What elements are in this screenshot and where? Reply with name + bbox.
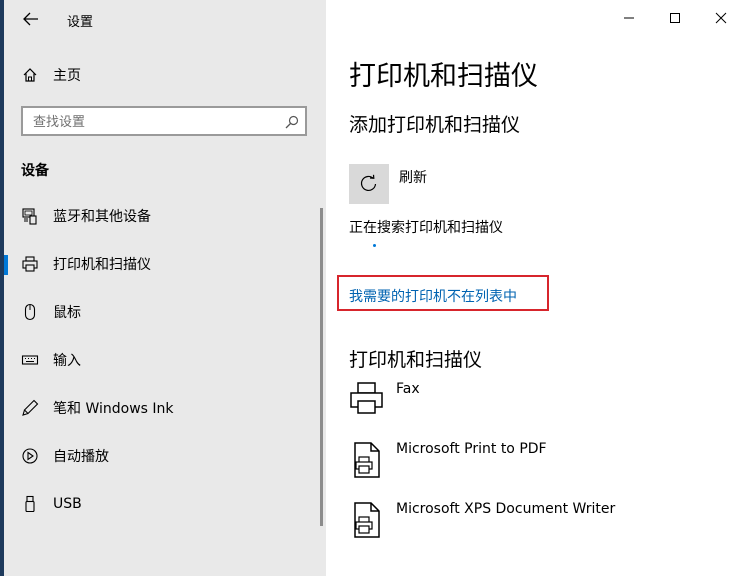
sidebar-item-autoplay[interactable]: 自动播放	[4, 432, 320, 480]
printer-not-listed-link[interactable]: 我需要的打印机不在列表中	[349, 286, 517, 306]
refresh-button[interactable]	[349, 164, 389, 204]
sidebar-item-typing[interactable]: 输入	[4, 336, 320, 384]
refresh-label[interactable]: 刷新	[399, 167, 427, 187]
close-icon	[715, 12, 727, 24]
search-box[interactable]	[21, 106, 307, 136]
sidebar-item-label: 鼠标	[53, 305, 81, 321]
main-content: 打印机和扫描仪 添加打印机和扫描仪 刷新 正在搜索打印机和扫描仪 我需要的打印机…	[326, 0, 744, 576]
maximize-icon	[670, 13, 680, 23]
sidebar-item-pen-ink[interactable]: 笔和 Windows Ink	[4, 384, 320, 432]
mouse-icon	[20, 302, 40, 322]
keyboard-icon	[20, 350, 40, 370]
back-arrow-icon	[23, 12, 38, 26]
sidebar-item-home[interactable]: 主页	[4, 58, 326, 92]
sidebar-item-label: 笔和 Windows Ink	[53, 401, 174, 417]
document-printer-icon	[349, 441, 385, 479]
searching-status: 正在搜索打印机和扫描仪	[349, 220, 503, 236]
sidebar-item-label: 主页	[53, 68, 81, 84]
app-title: 设置	[67, 15, 94, 30]
printer-name: Microsoft Print to PDF	[396, 441, 547, 457]
minimize-button[interactable]	[606, 0, 652, 36]
usb-icon	[20, 494, 40, 514]
sidebar-item-usb[interactable]: USB	[4, 480, 320, 528]
printers-section-heading: 打印机和扫描仪	[349, 349, 483, 371]
sidebar-scrollbar[interactable]	[320, 208, 323, 526]
bluetooth-devices-icon	[20, 206, 40, 226]
settings-window: 设置 主页 设备	[4, 0, 744, 576]
searching-progress-indicator	[373, 244, 376, 247]
refresh-icon	[360, 174, 377, 192]
document-printer-icon	[349, 501, 385, 539]
sidebar-item-label: 打印机和扫描仪	[53, 257, 151, 273]
sidebar-item-mouse[interactable]: 鼠标	[4, 288, 320, 336]
sidebar-item-label: 自动播放	[53, 449, 109, 465]
sidebar-item-label: USB	[53, 496, 82, 512]
sidebar-nav: 蓝牙和其他设备 打印机和扫描仪 鼠标 输入 笔和 Windows Ink 自动播…	[4, 192, 320, 528]
autoplay-icon	[20, 446, 40, 466]
sidebar: 设置 主页 设备	[4, 0, 326, 576]
search-icon[interactable]	[285, 114, 299, 129]
fax-printer-icon	[349, 381, 385, 419]
printer-icon	[20, 254, 40, 274]
back-button[interactable]	[14, 4, 48, 34]
pen-icon	[20, 398, 40, 418]
sidebar-item-bluetooth[interactable]: 蓝牙和其他设备	[4, 192, 320, 240]
printer-name: Fax	[396, 381, 420, 397]
maximize-button[interactable]	[652, 0, 698, 36]
printer-item-fax[interactable]: Fax	[349, 381, 709, 435]
search-input[interactable]	[31, 110, 275, 134]
printer-name: Microsoft XPS Document Writer	[396, 501, 616, 517]
close-button[interactable]	[698, 0, 744, 36]
sidebar-item-label: 蓝牙和其他设备	[53, 209, 151, 225]
sidebar-item-label: 输入	[53, 353, 81, 369]
sidebar-item-printers[interactable]: 打印机和扫描仪	[4, 240, 320, 288]
section-heading: 设备	[21, 163, 49, 179]
minimize-icon	[624, 17, 634, 19]
printer-item-xps-writer[interactable]: Microsoft XPS Document Writer	[349, 501, 709, 555]
add-printers-heading: 添加打印机和扫描仪	[349, 114, 521, 136]
printer-item-print-to-pdf[interactable]: Microsoft Print to PDF	[349, 441, 709, 495]
page-title: 打印机和扫描仪	[349, 61, 538, 92]
home-icon	[20, 65, 40, 85]
